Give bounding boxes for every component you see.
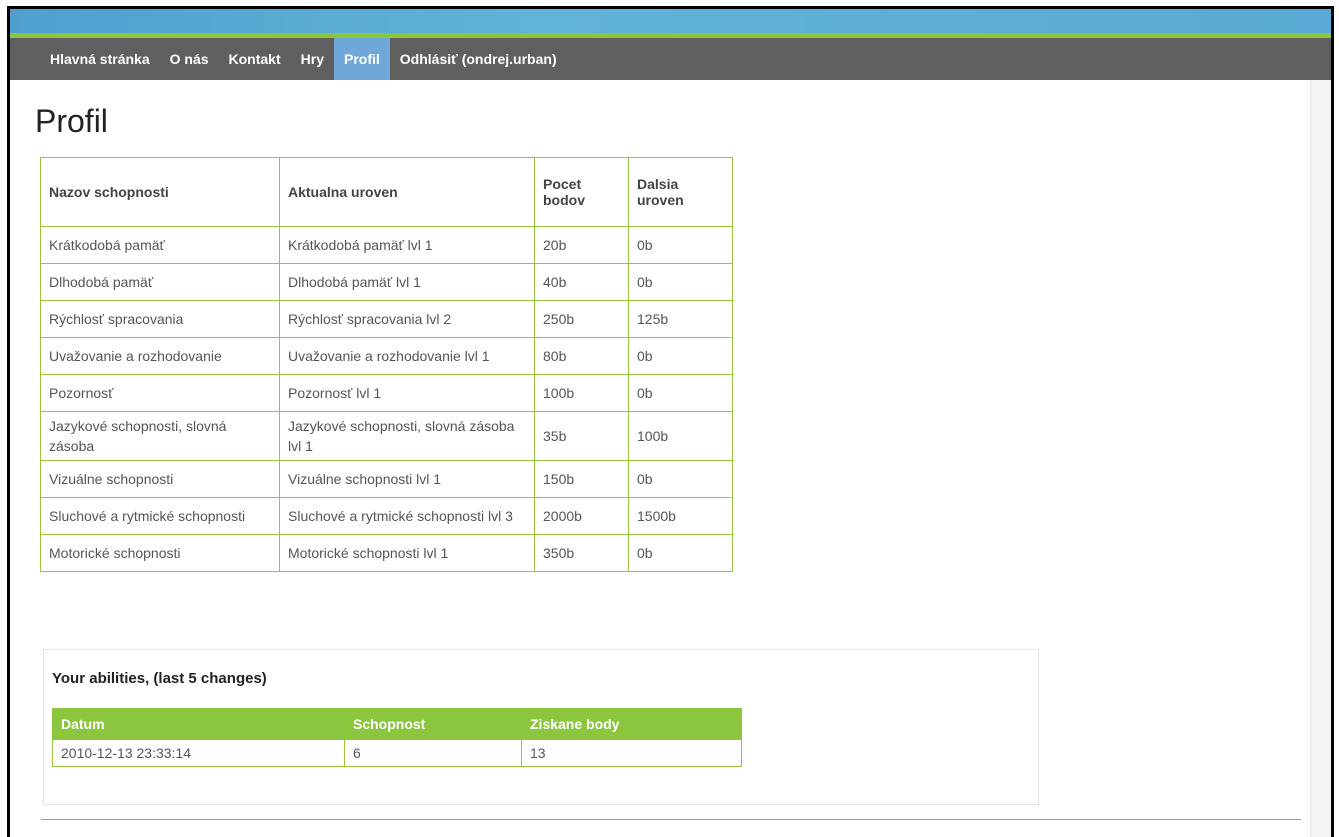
- skill-next: 100b: [628, 411, 733, 461]
- skill-name: Dlhodobá pamäť: [40, 263, 280, 301]
- skill-name: Vizuálne schopnosti: [40, 460, 280, 498]
- col-skill-name: Nazov schopnosti: [40, 157, 280, 227]
- right-gutter: [1310, 80, 1331, 837]
- skill-next: 0b: [628, 460, 733, 498]
- skill-name: Krátkodobá pamäť: [40, 226, 280, 264]
- skill-next: 125b: [628, 300, 733, 338]
- skill-level: Dlhodobá pamäť lvl 1: [279, 263, 535, 301]
- skill-level: Krátkodobá pamäť lvl 1: [279, 226, 535, 264]
- skill-level: Sluchové a rytmické schopnosti lvl 3: [279, 497, 535, 535]
- changes-table: Datum Schopnost Ziskane body 2010-12-13 …: [52, 708, 742, 767]
- skill-points: 350b: [534, 534, 629, 572]
- skill-name: Pozornosť: [40, 374, 280, 412]
- abilities-title: Your abilities, (last 5 changes): [52, 670, 267, 687]
- skill-level: Jazykové schopnosti, slovná zásoba lvl 1: [279, 411, 535, 461]
- col-next-level: Dalsia uroven: [628, 157, 733, 227]
- change-points: 13: [521, 739, 742, 767]
- table-row: 2010-12-13 23:33:14 6 13: [52, 739, 742, 767]
- skill-level: Pozornosť lvl 1: [279, 374, 535, 412]
- col-current-level: Aktualna uroven: [279, 157, 535, 227]
- nav-logout[interactable]: Odhlásiť (ondrej.urban): [390, 38, 567, 80]
- skill-name: Jazykové schopnosti, slovná zásoba: [40, 411, 280, 461]
- skill-next: 0b: [628, 337, 733, 375]
- col-date: Datum: [52, 708, 345, 740]
- skill-points: 250b: [534, 300, 629, 338]
- skill-points: 20b: [534, 226, 629, 264]
- skill-points: 100b: [534, 374, 629, 412]
- abilities-panel: Your abilities, (last 5 changes) Datum S…: [43, 649, 1039, 805]
- col-ability: Schopnost: [344, 708, 522, 740]
- skill-points: 2000b: [534, 497, 629, 535]
- table-row: Jazykové schopnosti, slovná zásoba Jazyk…: [40, 411, 733, 461]
- skill-next: 0b: [628, 263, 733, 301]
- table-row: Sluchové a rytmické schopnosti Sluchové …: [40, 497, 733, 535]
- main-navigation: Hlavná stránka O nás Kontakt Hry Profil …: [10, 38, 1331, 80]
- nav-games[interactable]: Hry: [291, 38, 334, 80]
- skill-level: Uvažovanie a rozhodovanie lvl 1: [279, 337, 535, 375]
- skill-points: 40b: [534, 263, 629, 301]
- skill-points: 80b: [534, 337, 629, 375]
- table-row: Vizuálne schopnosti Vizuálne schopnosti …: [40, 460, 733, 498]
- page-title: Profil: [35, 103, 108, 139]
- skill-next: 0b: [628, 374, 733, 412]
- skill-level: Rýchlosť spracovania lvl 2: [279, 300, 535, 338]
- nav-contact[interactable]: Kontakt: [219, 38, 291, 80]
- skill-name: Sluchové a rytmické schopnosti: [40, 497, 280, 535]
- changes-header-row: Datum Schopnost Ziskane body: [52, 708, 742, 740]
- nav-about[interactable]: O nás: [160, 38, 219, 80]
- skill-points: 35b: [534, 411, 629, 461]
- skill-next: 0b: [628, 534, 733, 572]
- skills-table: Nazov schopnosti Aktualna uroven Pocet b…: [40, 157, 733, 572]
- nav-profile[interactable]: Profil: [334, 38, 390, 80]
- table-row: Motorické schopnosti Motorické schopnost…: [40, 534, 733, 572]
- change-date: 2010-12-13 23:33:14: [52, 739, 345, 767]
- table-row: Rýchlosť spracovania Rýchlosť spracovani…: [40, 300, 733, 338]
- table-row: Krátkodobá pamäť Krátkodobá pamäť lvl 1 …: [40, 226, 733, 264]
- browser-frame: Hlavná stránka O nás Kontakt Hry Profil …: [7, 6, 1334, 837]
- change-ability: 6: [344, 739, 522, 767]
- skills-header-row: Nazov schopnosti Aktualna uroven Pocet b…: [40, 157, 733, 227]
- skill-name: Uvažovanie a rozhodovanie: [40, 337, 280, 375]
- skill-name: Motorické schopnosti: [40, 534, 280, 572]
- table-row: Pozornosť Pozornosť lvl 1 100b 0b: [40, 374, 733, 412]
- skill-level: Vizuálne schopnosti lvl 1: [279, 460, 535, 498]
- col-points: Pocet bodov: [534, 157, 629, 227]
- footer-divider: [41, 819, 1301, 820]
- table-row: Uvažovanie a rozhodovanie Uvažovanie a r…: [40, 337, 733, 375]
- skill-points: 150b: [534, 460, 629, 498]
- skill-next: 1500b: [628, 497, 733, 535]
- skill-next: 0b: [628, 226, 733, 264]
- skill-name: Rýchlosť spracovania: [40, 300, 280, 338]
- table-row: Dlhodobá pamäť Dlhodobá pamäť lvl 1 40b …: [40, 263, 733, 301]
- nav-home[interactable]: Hlavná stránka: [40, 38, 160, 80]
- skill-level: Motorické schopnosti lvl 1: [279, 534, 535, 572]
- col-gained-points: Ziskane body: [521, 708, 742, 740]
